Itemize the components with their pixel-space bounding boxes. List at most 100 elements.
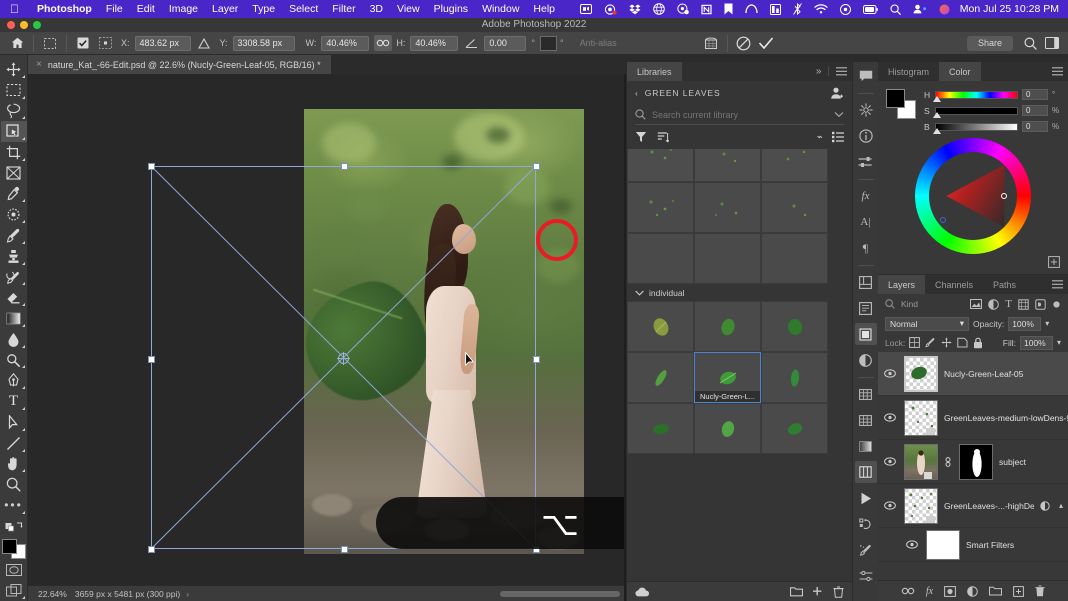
- notion-icon[interactable]: [695, 4, 718, 15]
- layer-name[interactable]: GreenLeaves-medium-lowDens-9: [944, 413, 1068, 423]
- library-items-body[interactable]: individual Nucly-Green-L...: [627, 149, 852, 581]
- brush-settings-icon[interactable]: [855, 539, 877, 561]
- menu-image[interactable]: Image: [162, 3, 205, 15]
- dropbox-icon[interactable]: [623, 4, 647, 15]
- layer-list[interactable]: Nucly-Green-Leaf-05 GreenLeaves-medium-l…: [878, 352, 1068, 580]
- link-layers-icon[interactable]: [901, 587, 915, 595]
- horizontal-scrollbar[interactable]: [500, 591, 620, 597]
- eraser-tool[interactable]: [1, 287, 27, 308]
- smart-filter-mask-thumbnail[interactable]: [926, 529, 960, 560]
- saturation-slider[interactable]: [933, 106, 1018, 118]
- properties-icon[interactable]: [854, 323, 877, 345]
- filter-icon[interactable]: [635, 131, 647, 143]
- library-item[interactable]: [694, 149, 761, 182]
- library-name[interactable]: GREEN LEAVES: [645, 88, 721, 98]
- os-clock[interactable]: Mon Jul 25 10:28 PM: [956, 3, 1068, 15]
- transform-tool-icon[interactable]: [39, 34, 61, 53]
- user-switch-icon[interactable]: [907, 4, 933, 14]
- library-item[interactable]: [761, 149, 828, 182]
- x-input[interactable]: 483.62 px: [134, 35, 191, 51]
- saturation-value[interactable]: 0: [1022, 105, 1048, 116]
- battery-icon[interactable]: [857, 4, 884, 14]
- filter-adjustment-icon[interactable]: [988, 298, 1000, 310]
- fill-chevron-icon[interactable]: ▾: [1057, 338, 1061, 347]
- invite-collaborator-icon[interactable]: [830, 86, 844, 100]
- filter-type-icon[interactable]: T: [1005, 298, 1012, 310]
- brightness-slider-thumb[interactable]: [933, 127, 941, 134]
- hand-tool[interactable]: [1, 454, 27, 475]
- type-tool[interactable]: T: [1, 391, 27, 412]
- color-wheel[interactable]: [915, 138, 1031, 254]
- home-icon[interactable]: [6, 34, 28, 53]
- wheel-sb-marker[interactable]: [940, 217, 946, 223]
- layers-filter-kind[interactable]: Kind: [901, 299, 918, 309]
- shear-swatch[interactable]: [539, 35, 557, 51]
- screen-record-icon[interactable]: [574, 4, 598, 14]
- wifi-icon[interactable]: [808, 4, 834, 14]
- delta-icon[interactable]: [193, 34, 215, 53]
- add-swatch-icon[interactable]: [1048, 256, 1060, 268]
- tab-color[interactable]: Color: [939, 62, 981, 81]
- transform-handle-middle-left[interactable]: [148, 356, 155, 363]
- width-input[interactable]: 40.46%: [321, 35, 370, 51]
- chain-link-icon[interactable]: [374, 35, 393, 51]
- libraries-icon[interactable]: [855, 271, 877, 293]
- spotlight-search-icon[interactable]: [884, 3, 907, 15]
- pen-tool[interactable]: [1, 370, 27, 391]
- control-center-icon[interactable]: [834, 3, 857, 15]
- menu-select[interactable]: Select: [282, 3, 325, 15]
- menu-3d[interactable]: 3D: [363, 3, 390, 15]
- history-brush-tool[interactable]: [1, 267, 27, 288]
- foreground-color-swatch[interactable]: [886, 89, 905, 108]
- library-item-leaf[interactable]: [694, 403, 761, 454]
- transform-handle-top-center[interactable]: [341, 163, 348, 170]
- adjust-icon[interactable]: ⌁: [816, 132, 822, 143]
- tab-channels[interactable]: Channels: [925, 275, 983, 294]
- smart-filters-label[interactable]: Smart Filters: [966, 540, 1068, 550]
- collapse-panel-icon[interactable]: »: [816, 66, 822, 77]
- brush-tool[interactable]: [1, 225, 27, 246]
- history-icon[interactable]: [855, 513, 877, 535]
- library-item[interactable]: [694, 182, 761, 233]
- default-colors-icon[interactable]: [1, 516, 27, 537]
- chevron-up-icon[interactable]: ▴: [1059, 501, 1063, 510]
- camera-record-icon[interactable]: [598, 3, 623, 15]
- layer-thumbnail[interactable]: [904, 443, 938, 480]
- layer-thumbnail[interactable]: [904, 355, 938, 392]
- tab-libraries[interactable]: Libraries: [627, 62, 682, 81]
- rectangular-marquee-tool[interactable]: [1, 80, 27, 101]
- filter-shape-icon[interactable]: [1018, 298, 1029, 310]
- sort-icon[interactable]: [657, 131, 669, 143]
- y-input[interactable]: 3308.58 px: [232, 35, 295, 51]
- layer-row-smart-filters[interactable]: Smart Filters: [878, 528, 1068, 562]
- color-swatches[interactable]: [886, 89, 916, 119]
- transform-reference-point[interactable]: [337, 352, 350, 365]
- layer-visibility-toggle[interactable]: [904, 540, 920, 549]
- brightness-slider[interactable]: [933, 122, 1018, 134]
- library-item[interactable]: [761, 233, 828, 284]
- canvas-area[interactable]: ⌥: [28, 74, 624, 585]
- library-item[interactable]: [627, 233, 694, 284]
- menu-file[interactable]: File: [99, 3, 130, 15]
- menu-photoshop[interactable]: Photoshop: [30, 3, 99, 15]
- spot-healing-brush-tool[interactable]: [1, 204, 27, 225]
- transform-handle-middle-right[interactable]: [533, 356, 540, 363]
- delete-icon[interactable]: [833, 586, 844, 598]
- edit-toolbar-ellipsis-icon[interactable]: •••: [1, 495, 27, 516]
- blend-mode-select[interactable]: Normal ▾: [885, 316, 969, 331]
- gradients-icon[interactable]: [855, 435, 877, 457]
- move-tool[interactable]: [1, 59, 27, 80]
- chevron-right-icon[interactable]: ›: [186, 589, 189, 599]
- new-group-icon[interactable]: [989, 586, 1003, 596]
- library-section-individual[interactable]: individual: [627, 284, 852, 301]
- arc-icon[interactable]: [739, 4, 764, 14]
- library-item-leaf[interactable]: [627, 403, 694, 454]
- path-selection-tool[interactable]: [1, 412, 27, 433]
- opacity-chevron-icon[interactable]: ▾: [1045, 319, 1049, 328]
- swatches-grid-icon[interactable]: [855, 409, 877, 431]
- rotation-input[interactable]: 0.00: [484, 35, 527, 51]
- lock-image-icon[interactable]: [925, 337, 936, 348]
- clone-stamp-tool[interactable]: [1, 246, 27, 267]
- opacity-input[interactable]: 100%: [1008, 316, 1042, 331]
- frame-tool[interactable]: [1, 163, 27, 184]
